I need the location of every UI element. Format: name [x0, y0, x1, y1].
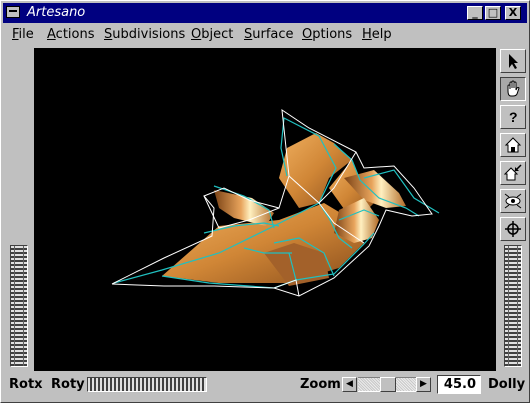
set-home-icon [504, 164, 522, 181]
menu-file[interactable]: File [12, 27, 34, 42]
zoom-value-field[interactable]: 45.0 [437, 375, 481, 394]
menu-help[interactable]: Help [362, 27, 392, 42]
zoom-increase-button[interactable]: ▶ [416, 377, 431, 392]
home-icon [504, 137, 522, 153]
tool-view-all[interactable] [500, 189, 526, 213]
tool-set-home[interactable] [500, 161, 526, 185]
seek-crosshair-icon [505, 221, 521, 237]
roty-wheel[interactable] [87, 377, 207, 392]
tool-home[interactable] [500, 133, 526, 157]
tool-hand[interactable] [500, 77, 526, 101]
system-menu-icon[interactable] [6, 6, 20, 18]
menu-surface[interactable]: Surface [244, 27, 294, 42]
dolly-wheel[interactable] [504, 245, 522, 367]
select-arrow-icon [509, 54, 518, 69]
hand-icon [507, 80, 520, 97]
bird-model [111, 108, 440, 297]
app-window: Artesano _ □ X File Actions Subdivisions… [0, 0, 530, 403]
tool-help[interactable]: ? [500, 105, 526, 129]
tool-seek[interactable] [500, 217, 526, 241]
close-button[interactable]: X [505, 6, 521, 20]
menu-actions[interactable]: Actions [47, 27, 95, 42]
menu-subdivisions[interactable]: Subdivisions [104, 27, 185, 42]
menu-object[interactable]: Object [191, 27, 233, 42]
tool-select[interactable] [500, 49, 526, 73]
rotx-wheel[interactable] [10, 245, 28, 367]
menu-options[interactable]: Options [302, 27, 352, 42]
window-title: Artesano [27, 5, 86, 20]
rotx-label: Rotx [9, 377, 43, 392]
zoom-slider-thumb[interactable] [380, 377, 396, 392]
dolly-label: Dolly [488, 377, 526, 392]
minimize-button[interactable]: _ [467, 6, 483, 20]
title-bar[interactable]: Artesano _ □ X [3, 3, 527, 23]
view-all-icon [504, 193, 522, 209]
subdivision-surface [162, 133, 406, 286]
3d-viewport[interactable] [34, 48, 496, 371]
roty-label: Roty [51, 377, 85, 392]
menu-bar: File Actions Subdivisions Object Surface… [3, 25, 527, 45]
zoom-decrease-button[interactable]: ◀ [342, 377, 357, 392]
maximize-button[interactable]: □ [485, 6, 501, 20]
zoom-label: Zoom [300, 377, 341, 392]
svg-text:?: ? [509, 109, 518, 125]
question-icon: ? [509, 109, 518, 125]
